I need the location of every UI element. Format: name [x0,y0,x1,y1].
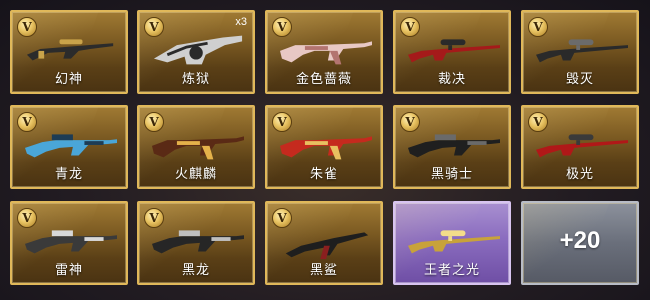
weapon-part [408,45,500,63]
weapon-part [568,134,594,141]
weapon-part [152,136,244,158]
weapon-name: 金色蔷薇 [295,72,352,87]
weapon-part [59,39,83,45]
weapon-part [434,134,456,141]
weapon-part [440,230,466,237]
weapon-card-wangzhe-zhiguang[interactable]: 王者之光 [393,201,511,285]
weapon-image [536,134,628,158]
weapon-part [189,46,203,60]
weapon-image [25,230,117,254]
weapon-card-heilong[interactable]: V 黑龙 [137,201,255,285]
weapon-part [211,237,231,241]
more-rewards-card[interactable]: +20 [521,201,639,285]
weapon-part [304,141,328,145]
weapon-part [84,237,104,241]
weapon-image [26,39,114,61]
weapon-name: 幻神 [54,72,83,87]
weapon-card-huimie[interactable]: V 毁灭 [521,10,639,94]
weapon-part [51,230,73,237]
weapon-image [152,230,244,254]
weapon-part [84,141,104,145]
weapon-name: 王者之光 [423,263,480,278]
weapon-card-heisha[interactable]: V 黑鲨 [265,201,383,285]
weapon-part [448,236,453,241]
weapon-card-zhuque[interactable]: V 朱雀 [265,105,383,189]
weapon-part [304,46,328,50]
weapon-name: 裁决 [437,72,466,87]
weapon-part [51,134,73,141]
weapon-part [176,141,200,145]
weapon-part [408,236,500,254]
weapon-image [536,39,628,63]
weapon-part [280,41,372,63]
weapon-part [280,136,372,158]
weapon-name: 青龙 [54,167,83,182]
weapon-image [25,134,117,158]
weapon-card-huanshen[interactable]: V 幻神 [10,10,128,94]
weapon-card-qinglong[interactable]: V 青龙 [10,105,128,189]
weapon-card-jiguang[interactable]: V 极光 [521,105,639,189]
weapon-name: 火麒麟 [174,167,217,182]
weapon-reward-grid: V 幻神 V x3 炼狱 V 金色蔷薇 V 裁决 V 毁灭 V 青龙 V 火麒麟… [0,0,650,300]
weapon-part [440,39,466,46]
weapon-name: 黑骑士 [430,167,473,182]
weapon-part [448,45,453,50]
weapon-card-lianyu[interactable]: V x3 炼狱 [137,10,255,94]
weapon-image [408,134,500,158]
weapon-card-caijue[interactable]: V 裁决 [393,10,511,94]
weapon-card-leishen[interactable]: V 雷神 [10,201,128,285]
weapon-image [280,41,372,65]
weapon-part [576,140,581,145]
weapon-part [576,45,581,50]
weapon-name: 极光 [565,167,594,182]
weapon-card-heiqishi[interactable]: V 黑骑士 [393,105,511,189]
weapon-name: 黑鲨 [309,263,338,278]
weapon-part [467,141,487,145]
weapon-image [285,232,369,260]
weapon-name: 炼狱 [181,72,210,87]
weapon-image [408,230,500,254]
weapon-name: 朱雀 [309,167,338,182]
more-count: +20 [559,227,601,254]
weapon-image [408,39,500,63]
weapon-part [536,140,628,158]
weapon-image [153,35,243,65]
weapon-part [38,50,45,59]
weapon-name: 雷神 [54,263,83,278]
weapon-card-jinse-qiangwei[interactable]: V 金色蔷薇 [265,10,383,94]
weapon-name: 毁灭 [565,72,594,87]
weapon-part [178,230,200,237]
weapon-image [280,136,372,160]
weapon-part [568,39,594,46]
weapon-name: 黑龙 [181,263,210,278]
weapon-image [152,136,244,160]
weapon-part [536,45,628,63]
weapon-card-huoqilin[interactable]: V 火麒麟 [137,105,255,189]
